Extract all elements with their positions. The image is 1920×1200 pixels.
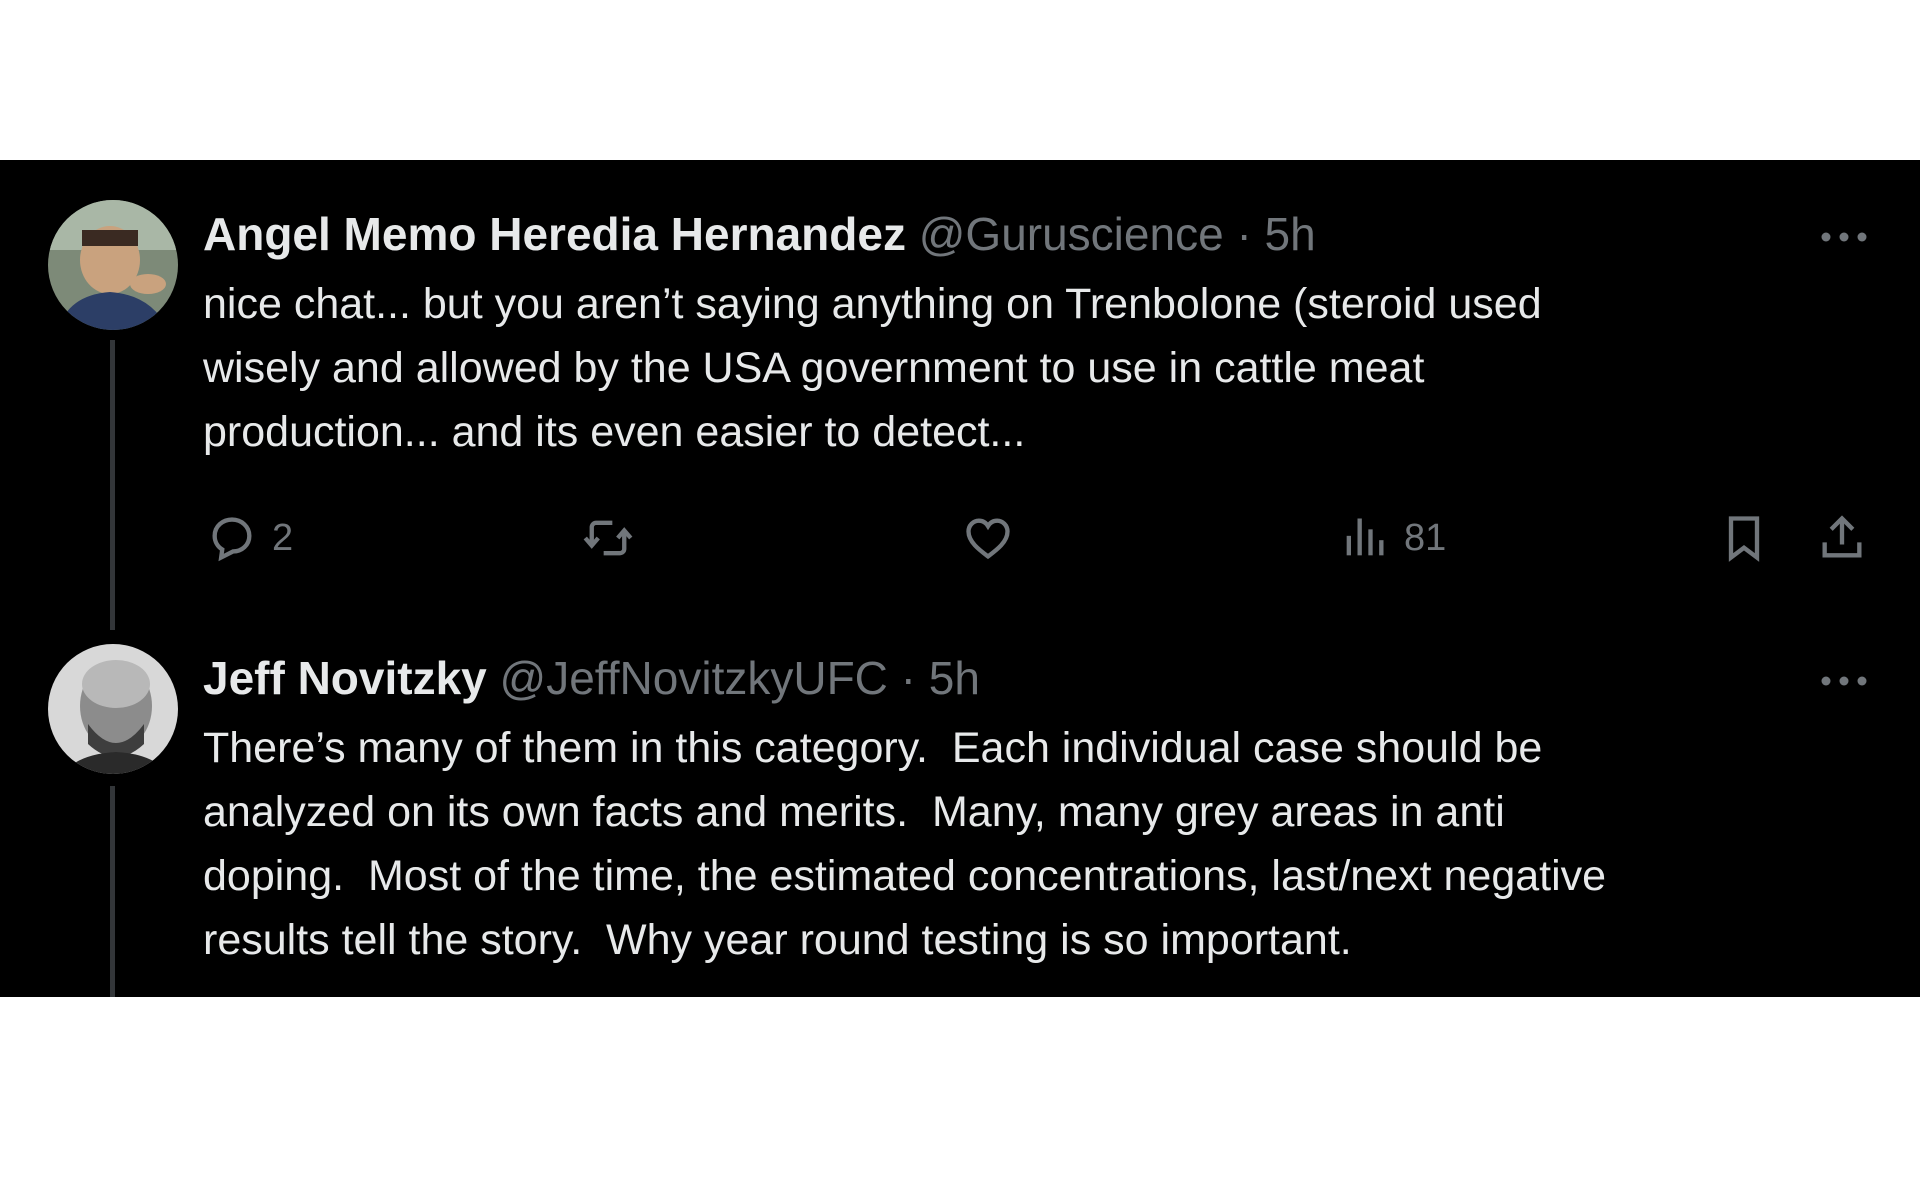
like-icon: [966, 518, 1010, 560]
reply-icon: [212, 517, 252, 562]
avatar-image: [48, 200, 178, 330]
avatar-angel[interactable]: [48, 200, 178, 330]
share-button[interactable]: [1816, 512, 1868, 564]
more-icon[interactable]: [1820, 230, 1868, 244]
tweet-header: Angel Memo Heredia Hernandez @Guruscienc…: [203, 208, 1316, 260]
user-handle[interactable]: @JeffNovitzkyUFC: [500, 652, 888, 704]
thread-line: [110, 786, 115, 997]
retweet-icon: [583, 520, 633, 556]
views-count: 81: [1404, 516, 1447, 559]
tweet-header: Jeff Novitzky @JeffNovitzkyUFC · 5h: [203, 652, 980, 704]
views-button[interactable]: 81: [1338, 512, 1446, 564]
bookmark-button[interactable]: [1718, 512, 1770, 564]
more-icon[interactable]: [1820, 674, 1868, 688]
tweet-text: There’s many of them in this category. E…: [203, 724, 1607, 964]
retweet-button[interactable]: [582, 512, 648, 564]
user-handle[interactable]: @Guruscience: [919, 208, 1224, 260]
display-name[interactable]: Angel Memo Heredia Hernandez: [203, 208, 906, 260]
avatar-jeff[interactable]: [48, 644, 178, 774]
bookmark-icon: [1728, 516, 1760, 562]
thread-line: [110, 340, 115, 630]
timestamp[interactable]: 5h: [1265, 208, 1316, 260]
avatar-image: [48, 644, 178, 774]
views-icon: [1346, 518, 1384, 556]
reply-count: 2: [272, 516, 294, 559]
share-icon: [1822, 515, 1862, 558]
tweet-text: nice chat... but you aren’t saying anyth…: [203, 280, 1542, 456]
tweet-1[interactable]: Angel Memo Heredia Hernandez @Guruscienc…: [0, 160, 1920, 630]
separator-dot: ·: [1236, 208, 1252, 260]
tweet-2[interactable]: Jeff Novitzky @JeffNovitzkyUFC · 5h Ther…: [0, 630, 1920, 997]
timestamp[interactable]: 5h: [929, 652, 980, 704]
like-button[interactable]: [962, 512, 1028, 564]
conversation-card: Angel Memo Heredia Hernandez @Guruscienc…: [0, 160, 1920, 997]
reply-button[interactable]: 2: [206, 512, 293, 564]
separator-dot: ·: [900, 652, 916, 704]
display-name[interactable]: Jeff Novitzky: [203, 652, 487, 704]
